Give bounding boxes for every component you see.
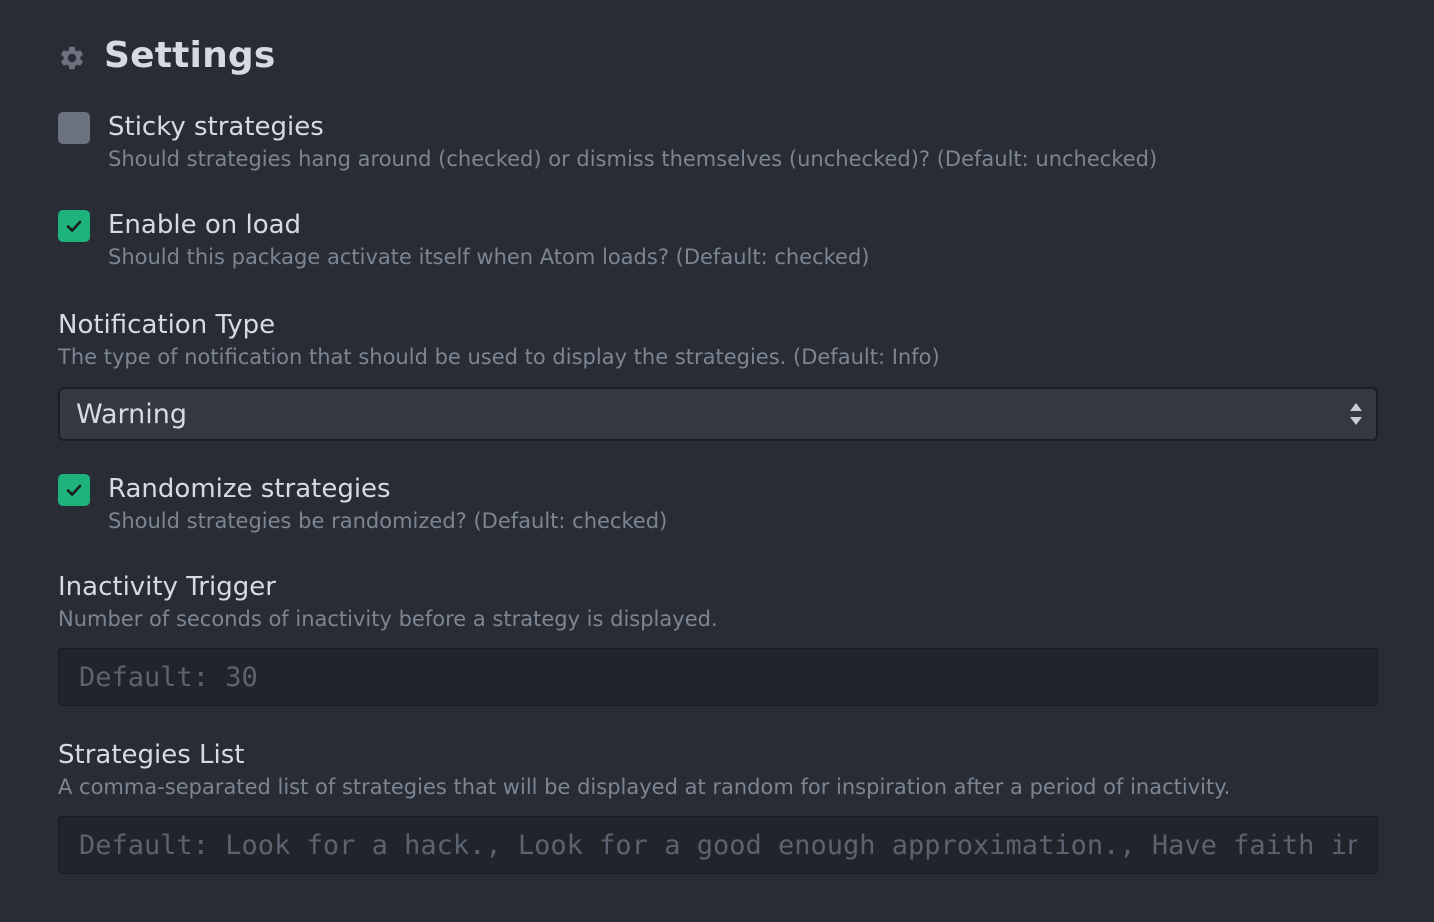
setting-inactivity-trigger: Inactivity Trigger Number of seconds of … [58,570,718,634]
randomize-strategies-text: Randomize strategies Should strategies b… [108,472,667,536]
setting-strategies-list: Strategies List A comma-separated list o… [58,738,1230,802]
setting-sticky-strategies: Sticky strategies Should strategies hang… [58,110,1157,174]
checkmark-icon [66,220,82,232]
page-title: Settings [104,34,276,76]
setting-enable-on-load: Enable on load Should this package activ… [58,208,870,272]
sticky-strategies-text: Sticky strategies Should strategies hang… [108,110,1157,174]
setting-randomize-strategies: Randomize strategies Should strategies b… [58,472,667,536]
inactivity-trigger-input[interactable]: Default: 30 [58,648,1378,706]
strategies-list-description: A comma-separated list of strategies tha… [58,775,1231,799]
enable-on-load-checkbox[interactable] [58,210,90,242]
enable-on-load-label: Enable on load [108,210,302,240]
enable-on-load-text: Enable on load Should this package activ… [108,208,870,272]
notification-type-selected-value: Warning [76,398,188,430]
sticky-strategies-checkbox[interactable] [58,112,90,144]
notification-type-description: The type of notification that should be … [58,345,940,369]
gear-icon [61,46,83,70]
strategies-list-input[interactable]: Default: Look for a hack., Look for a go… [58,816,1378,874]
sticky-strategies-label: Sticky strategies [108,112,324,142]
inactivity-trigger-placeholder: Default: 30 [79,661,258,693]
randomize-strategies-checkbox[interactable] [58,474,90,506]
randomize-strategies-label: Randomize strategies [108,474,391,504]
enable-on-load-description: Should this package activate itself when… [108,245,870,269]
inactivity-trigger-label: Inactivity Trigger [58,572,276,602]
randomize-strategies-description: Should strategies be randomized? (Defaul… [108,509,668,533]
settings-header: Settings [58,30,276,80]
strategies-list-label: Strategies List [58,740,245,770]
checkmark-icon [66,484,82,496]
strategies-list-placeholder: Default: Look for a hack., Look for a go… [79,829,1357,861]
select-arrows-icon [1350,403,1362,425]
setting-notification-type: Notification Type The type of notificati… [58,308,940,372]
sticky-strategies-description: Should strategies hang around (checked) … [108,147,1158,171]
inactivity-trigger-description: Number of seconds of inactivity before a… [58,607,718,631]
notification-type-select[interactable]: Warning [58,387,1378,441]
notification-type-label: Notification Type [58,310,276,340]
